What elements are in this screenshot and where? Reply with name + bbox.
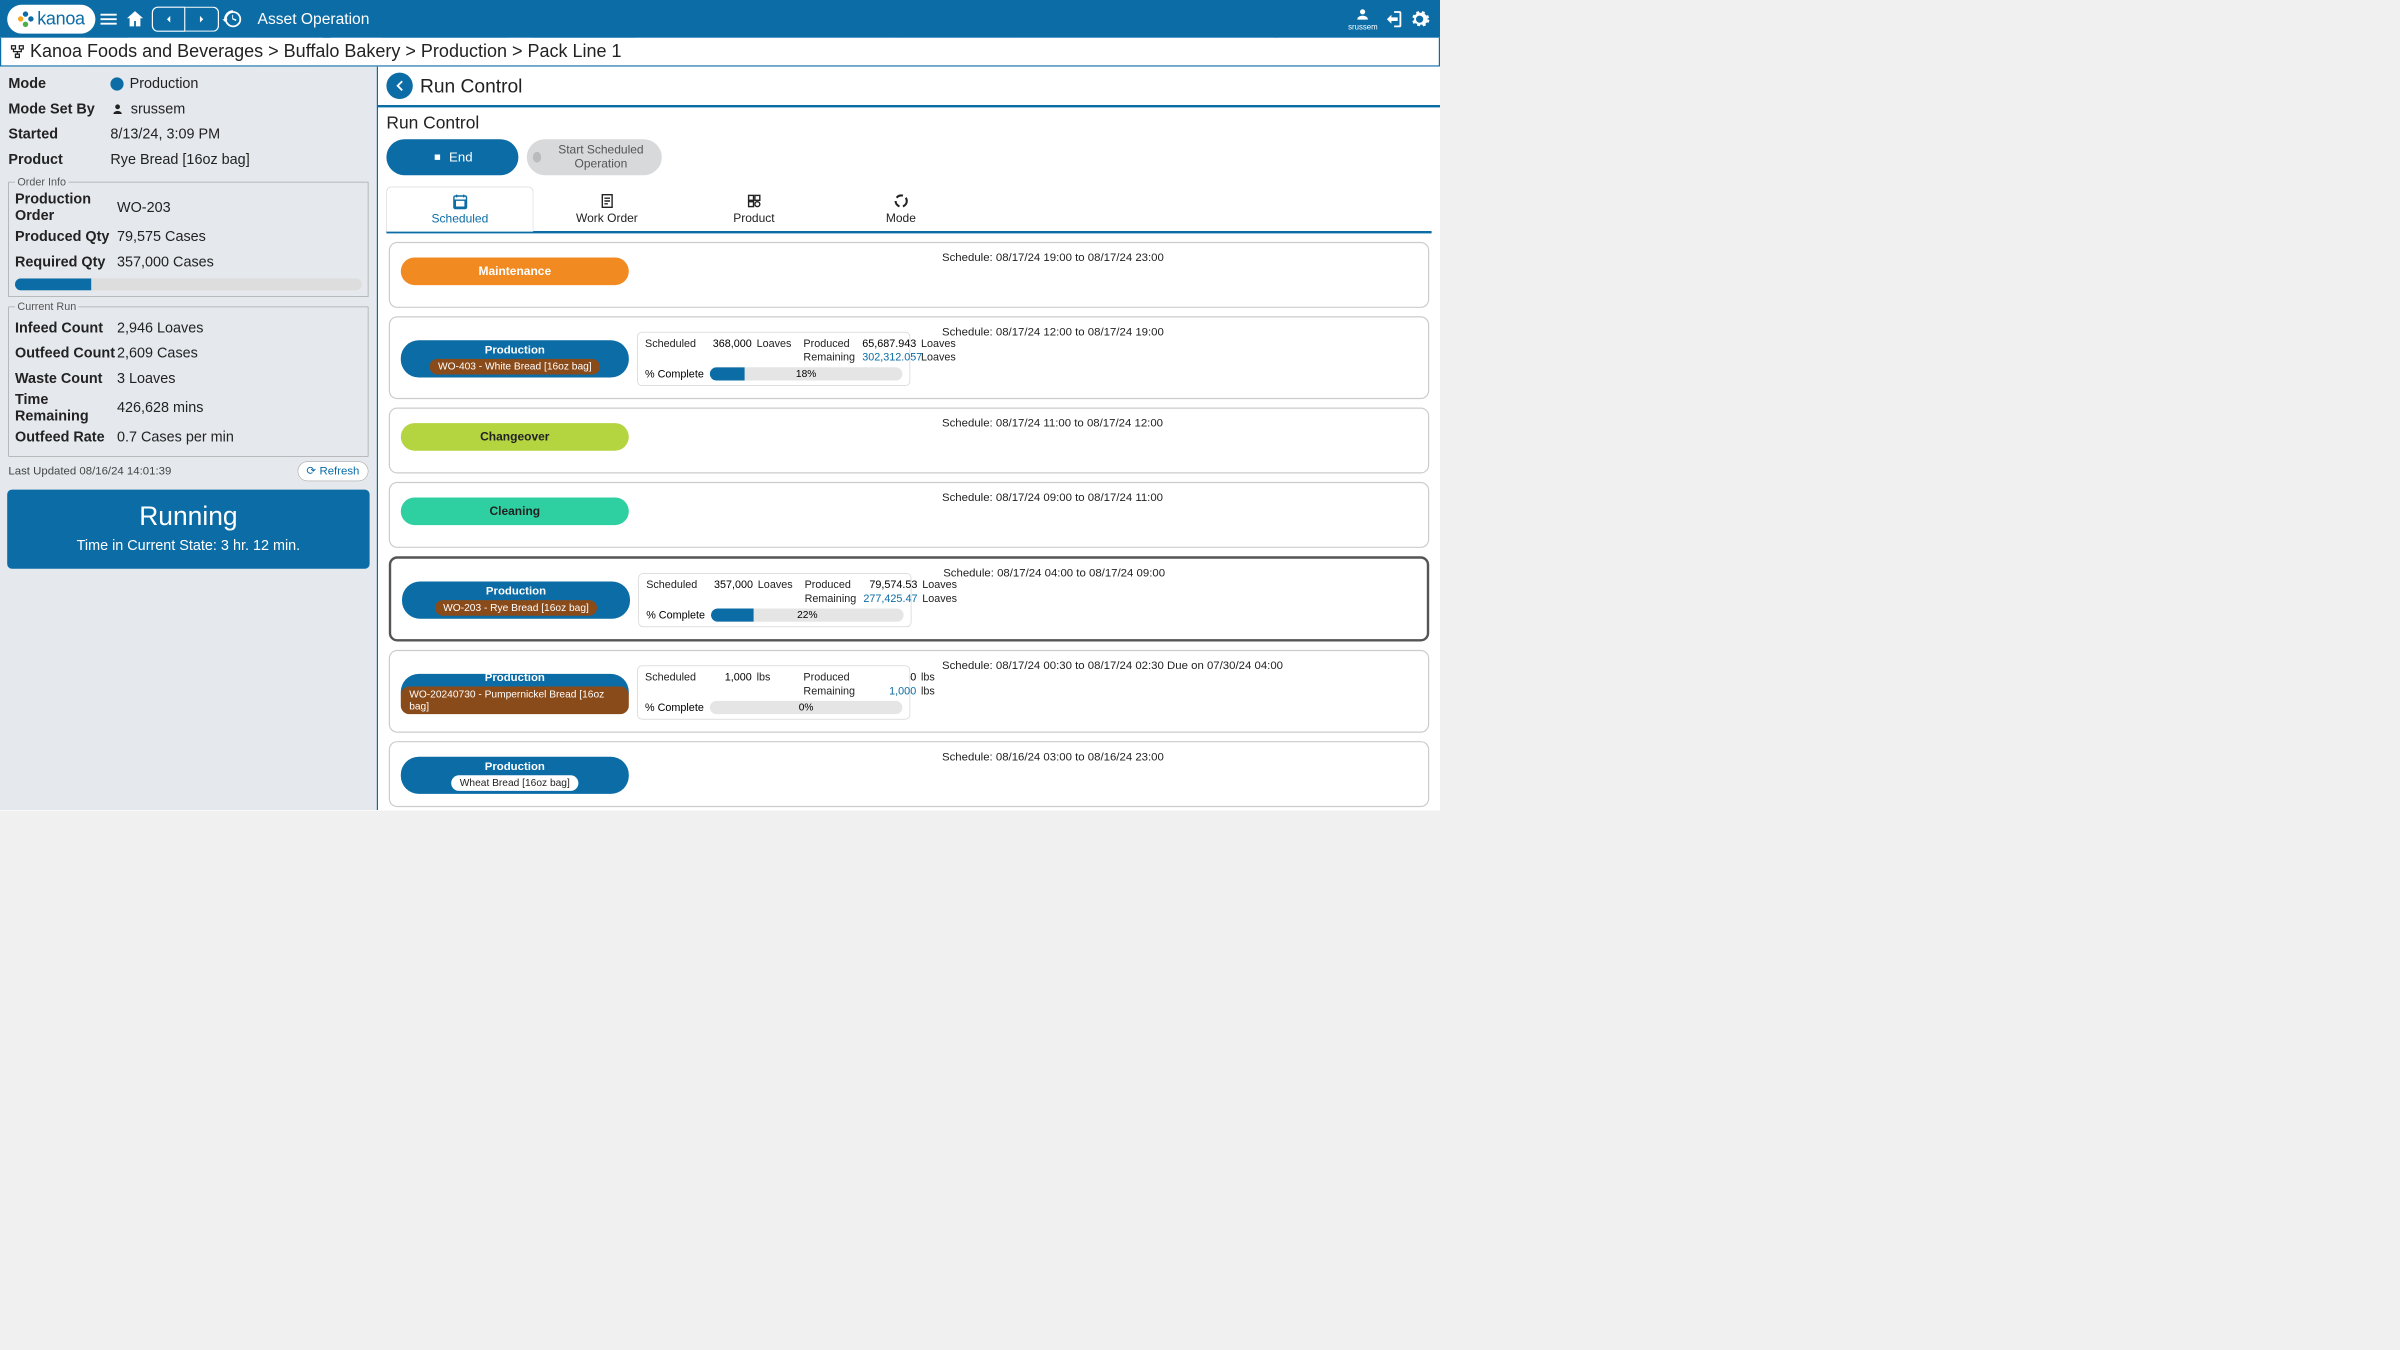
timerem-value: 426,628 mins	[117, 400, 203, 417]
prodqty-value: 79,575 Cases	[117, 229, 206, 246]
tab-scheduled[interactable]: Scheduled	[386, 187, 533, 232]
order-info-group: Order Info Production OrderWO-203 Produc…	[8, 176, 368, 297]
refresh-icon: ⟳	[306, 464, 316, 478]
timerem-label: Time Remaining	[15, 391, 117, 425]
state-box: Running Time in Current State: 3 hr. 12 …	[7, 490, 369, 569]
schedule-card[interactable]: Schedule: 08/17/24 00:30 to 08/17/24 02:…	[389, 650, 1429, 733]
menu-icon[interactable]	[98, 8, 120, 30]
reqqty-label: Required Qty	[15, 254, 117, 271]
panel-header: Run Control	[420, 75, 522, 97]
outrate-value: 0.7 Cases per min	[117, 429, 234, 446]
schedule-card[interactable]: Schedule: 08/17/24 04:00 to 08/17/24 09:…	[389, 556, 1429, 641]
schedule-text: Schedule: 08/17/24 04:00 to 08/17/24 09:…	[943, 567, 1416, 580]
user-name: srussem	[1348, 22, 1377, 31]
mode-value: Production	[130, 76, 199, 93]
breadcrumb-text: Kanoa Foods and Beverages > Buffalo Bake…	[30, 41, 622, 61]
production-pill: ProductionWO-203 - Rye Bread [16oz bag]	[402, 581, 630, 618]
production-pill: ProductionWO-20240730 - Pumpernickel Bre…	[401, 674, 629, 711]
stats-box: Scheduled357,000Loaves Produced79,574.53…	[638, 573, 911, 627]
schedule-text: Schedule: 08/16/24 03:00 to 08/16/24 23:…	[942, 751, 1417, 764]
logo[interactable]: kanoa	[7, 5, 95, 34]
prodqty-label: Produced Qty	[15, 229, 117, 246]
home-icon[interactable]	[124, 8, 146, 30]
waste-label: Waste Count	[15, 370, 117, 387]
calendar-icon	[452, 193, 469, 210]
mode-pill: Maintenance	[401, 257, 629, 285]
schedule-text: Schedule: 08/17/24 12:00 to 08/17/24 19:…	[942, 326, 1417, 339]
schedule-text: Schedule: 08/17/24 11:00 to 08/17/24 12:…	[942, 417, 1417, 430]
hierarchy-icon	[10, 44, 26, 60]
schedule-text: Schedule: 08/17/24 00:30 to 08/17/24 02:…	[942, 659, 1417, 672]
outrate-label: Outfeed Rate	[15, 429, 117, 446]
page-title: Asset Operation	[258, 10, 370, 29]
started-value: 8/13/24, 3:09 PM	[110, 126, 220, 143]
user-menu[interactable]: srussem	[1348, 7, 1377, 32]
set-by-value: srussem	[131, 101, 185, 118]
nav-back-button[interactable]	[152, 6, 186, 31]
outfeed-value: 2,609 Cases	[117, 345, 198, 362]
schedule-card[interactable]: Schedule: 08/17/24 12:00 to 08/17/24 19:…	[389, 316, 1429, 399]
production-pill: ProductionWheat Bread [16oz bag]	[401, 757, 629, 794]
order-progress-bar	[15, 278, 362, 290]
schedule-card[interactable]: Schedule: 08/16/24 03:00 to 08/16/24 23:…	[389, 741, 1429, 807]
product-icon	[746, 193, 763, 210]
nav-buttons	[152, 6, 219, 31]
infeed-label: Infeed Count	[15, 320, 117, 337]
document-icon	[599, 193, 616, 210]
order-info-legend: Order Info	[15, 176, 68, 189]
back-button[interactable]	[386, 73, 412, 99]
state-time: Time in Current State: 3 hr. 12 min.	[13, 538, 363, 555]
panel-title: Run Control	[386, 113, 1431, 133]
infeed-value: 2,946 Loaves	[117, 320, 203, 337]
current-run-group: Current Run Infeed Count2,946 Loaves Out…	[8, 301, 368, 457]
production-pill: ProductionWO-403 - White Bread [16oz bag…	[401, 340, 629, 377]
user-icon	[110, 102, 124, 116]
info-panel: Mode Production Mode Set By srussem Starte…	[0, 67, 378, 810]
logout-icon[interactable]	[1382, 8, 1404, 30]
schedule-list[interactable]: Schedule: 08/17/24 19:00 to 08/17/24 23:…	[378, 233, 1440, 810]
reqqty-value: 357,000 Cases	[117, 254, 214, 271]
schedule-card[interactable]: Schedule: 08/17/24 11:00 to 08/17/24 12:…	[389, 407, 1429, 473]
outfeed-label: Outfeed Count	[15, 345, 117, 362]
stop-icon	[432, 152, 443, 163]
mode-status-dot	[110, 77, 123, 90]
schedule-card[interactable]: Schedule: 08/17/24 09:00 to 08/17/24 11:…	[389, 482, 1429, 548]
mode-label: Mode	[8, 76, 110, 93]
history-icon[interactable]	[222, 8, 244, 30]
topbar: kanoa Asset Operation srussem	[0, 0, 1440, 38]
po-value: WO-203	[117, 199, 171, 216]
po-label: Production Order	[15, 191, 117, 225]
waste-value: 3 Loaves	[117, 370, 175, 387]
nav-forward-button[interactable]	[186, 6, 220, 31]
run-control-panel: Run Control Run Control End Start Schedu…	[378, 67, 1440, 810]
breadcrumb: Kanoa Foods and Beverages > Buffalo Bake…	[0, 38, 1440, 67]
dot-icon	[533, 152, 541, 163]
tab-mode[interactable]: Mode	[827, 186, 974, 231]
set-by-label: Mode Set By	[8, 101, 110, 118]
settings-icon[interactable]	[1409, 8, 1431, 30]
tab-work-order[interactable]: Work Order	[533, 186, 680, 231]
product-label: Product	[8, 151, 110, 168]
current-run-legend: Current Run	[15, 301, 79, 314]
start-scheduled-button[interactable]: Start Scheduled Operation	[527, 139, 662, 175]
state-value: Running	[13, 502, 363, 532]
logo-text: kanoa	[37, 9, 85, 29]
refresh-button[interactable]: ⟳Refresh	[297, 461, 368, 481]
mode-icon	[893, 193, 910, 210]
stats-box: Scheduled368,000Loaves Produced65,687.94…	[637, 332, 910, 386]
stats-box: Scheduled1,000lbs Produced0lbs Remaining…	[637, 665, 910, 719]
tabs: Scheduled Work Order Product Mode	[386, 186, 1431, 233]
end-button[interactable]: End	[386, 139, 518, 175]
schedule-text: Schedule: 08/17/24 09:00 to 08/17/24 11:…	[942, 491, 1417, 504]
schedule-card[interactable]: Schedule: 08/17/24 19:00 to 08/17/24 23:…	[389, 242, 1429, 308]
mode-pill: Changeover	[401, 423, 629, 451]
mode-pill: Cleaning	[401, 497, 629, 525]
started-label: Started	[8, 126, 110, 143]
schedule-text: Schedule: 08/17/24 19:00 to 08/17/24 23:…	[942, 251, 1417, 264]
product-value: Rye Bread [16oz bag]	[110, 151, 249, 168]
last-updated-text: Last Updated 08/16/24 14:01:39	[8, 465, 171, 478]
tab-product[interactable]: Product	[680, 186, 827, 231]
